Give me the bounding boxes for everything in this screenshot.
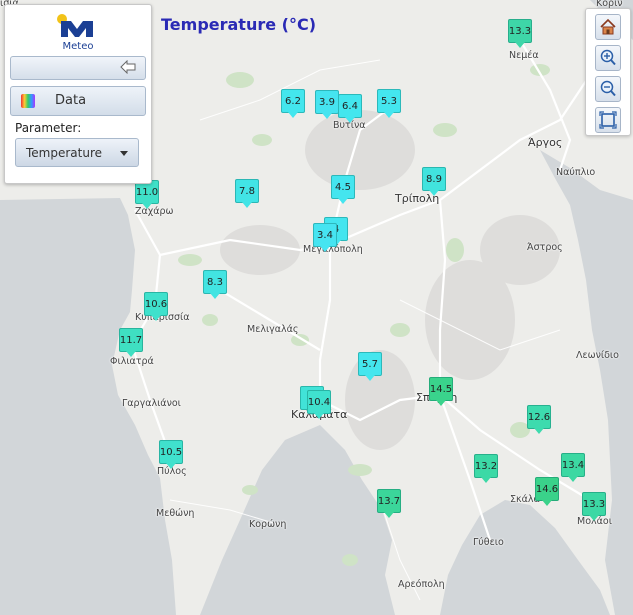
station-value: 3.9 xyxy=(319,96,335,108)
place-label: Νεμέα xyxy=(509,50,539,61)
station-value: 7.8 xyxy=(239,185,255,197)
place-label: Μεθώνη xyxy=(156,508,195,519)
parameter-label: Parameter: xyxy=(15,121,82,135)
station-marker[interactable]: 6.4 xyxy=(338,94,362,123)
station-marker[interactable]: 14.6 xyxy=(535,477,559,506)
place-label: Μελιγαλάς xyxy=(247,324,299,335)
station-marker[interactable]: 4.5 xyxy=(331,175,355,204)
station-value: 5.3 xyxy=(381,95,397,107)
station-marker[interactable]: 8.3 xyxy=(203,270,227,299)
collapse-panel-button[interactable] xyxy=(10,56,146,80)
home-button[interactable] xyxy=(595,14,621,40)
station-marker[interactable]: 3.9 xyxy=(315,90,339,119)
station-value: 3.4 xyxy=(317,229,333,241)
station-value: 13.4 xyxy=(561,459,585,471)
station-value: 11.7 xyxy=(119,334,143,346)
station-value: 13.2 xyxy=(474,460,498,472)
station-marker[interactable]: 13.3 xyxy=(582,492,606,521)
home-icon xyxy=(600,18,616,35)
station-value: 10.4 xyxy=(307,396,331,408)
station-value: 4.5 xyxy=(335,181,351,193)
place-label: Αρεόπολη xyxy=(398,579,445,590)
station-value: 14.5 xyxy=(429,383,453,395)
place-label: Ναύπλιο xyxy=(556,167,596,178)
station-marker[interactable]: 12.6 xyxy=(527,405,551,434)
logo-text: Meteo xyxy=(62,41,94,52)
place-label: Γαργαλιάνοι xyxy=(122,398,181,409)
zoom-extent-icon xyxy=(599,111,617,129)
place-label: Κορώνη xyxy=(249,519,287,530)
station-value: 6.2 xyxy=(285,95,301,107)
data-button-label: Data xyxy=(55,93,87,108)
station-marker[interactable]: 5.3 xyxy=(377,89,401,118)
station-value: 6.4 xyxy=(342,100,358,112)
data-button[interactable]: Data xyxy=(10,86,146,116)
station-marker[interactable]: 13.4 xyxy=(561,453,585,482)
zoom-in-button[interactable] xyxy=(595,45,621,71)
map-title: Temperature (°C) xyxy=(161,15,317,34)
station-value: 12.6 xyxy=(527,411,551,423)
color-palette-icon xyxy=(21,94,35,108)
station-marker[interactable]: 13.2 xyxy=(474,454,498,483)
station-value: 8.3 xyxy=(207,276,223,288)
zoom-out-icon xyxy=(600,80,616,97)
zoom-out-button[interactable] xyxy=(595,76,621,102)
station-value: 13.7 xyxy=(377,495,401,507)
station-marker[interactable]: 14.5 xyxy=(429,377,453,406)
station-marker[interactable]: 13.3 xyxy=(508,19,532,48)
station-marker[interactable]: 8.9 xyxy=(422,167,446,196)
zoom-in-icon xyxy=(600,49,616,66)
station-marker[interactable]: 13.7 xyxy=(377,489,401,518)
place-label: Άστρος xyxy=(527,242,563,253)
chevron-down-icon xyxy=(120,151,128,156)
station-marker[interactable]: 10.4 xyxy=(307,390,331,419)
control-panel: Meteo Data Parameter: Temperature xyxy=(4,4,152,184)
station-value: 13.3 xyxy=(582,498,606,510)
place-label: Φιλιατρά xyxy=(110,356,154,367)
place-label: Ζαχάρω xyxy=(135,206,174,217)
station-marker[interactable]: 5.7 xyxy=(358,352,382,381)
station-marker[interactable]: 7.8 xyxy=(235,179,259,208)
station-marker[interactable]: 10.6 xyxy=(144,292,168,321)
station-value: 13.3 xyxy=(508,25,532,37)
station-value: 11.0 xyxy=(135,186,159,198)
place-label: Άργος xyxy=(528,136,563,149)
place-label: Γύθειο xyxy=(473,537,504,548)
logo-mark-icon xyxy=(57,14,93,37)
station-value: 10.6 xyxy=(144,298,168,310)
arrow-left-icon xyxy=(120,60,136,74)
station-value: 8.9 xyxy=(426,173,442,185)
station-marker[interactable]: 11.7 xyxy=(119,328,143,357)
place-label: Λεωνίδιο xyxy=(576,350,619,361)
station-value: 5.7 xyxy=(362,358,378,370)
zoom-extent-button[interactable] xyxy=(595,107,621,133)
station-marker[interactable]: 3.4 xyxy=(313,223,337,252)
parameter-select[interactable]: Temperature xyxy=(15,138,139,167)
station-value: 14.6 xyxy=(535,483,559,495)
meteo-logo: Meteo xyxy=(53,11,103,52)
map-toolbar xyxy=(585,8,631,136)
station-value: 10.5 xyxy=(159,446,183,458)
station-marker[interactable]: 6.2 xyxy=(281,89,305,118)
parameter-select-value: Temperature xyxy=(26,146,103,160)
station-marker[interactable]: 10.5 xyxy=(159,440,183,469)
